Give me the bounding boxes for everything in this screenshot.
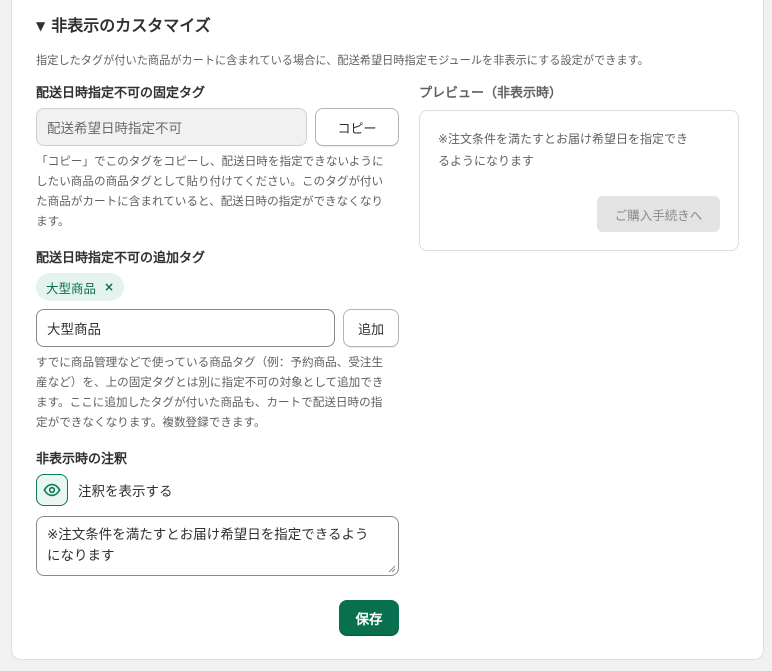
checkout-button-preview: ご購入手続きへ xyxy=(597,196,720,232)
note-text-line: になります xyxy=(47,548,115,564)
copy-button[interactable]: コピー xyxy=(315,108,399,146)
fixed-tag-input: 配送希望日時指定不可 xyxy=(36,108,307,146)
help-line: 産など）を、上の固定タグとは別に指定不可の対象として追加でき xyxy=(36,375,384,389)
additional-tags-help: すでに商品管理などで使っている商品タグ（例：予約商品、受注生 産など）を、上の固… xyxy=(36,352,400,432)
additional-tag-input-value: 大型商品 xyxy=(47,322,101,338)
fixed-tag-label: 配送日時指定不可の固定タグ xyxy=(36,86,206,101)
save-button[interactable]: 保存 xyxy=(339,600,399,636)
help-line: 定ができなくなります。複数登録できます。 xyxy=(36,415,266,429)
additional-tags-label: 配送日時指定不可の追加タグ xyxy=(36,251,206,266)
show-note-label[interactable]: 注釈を表示する xyxy=(78,480,173,500)
note-textarea[interactable]: ※注文条件を満たすとお届け希望日を指定できるよう になります xyxy=(36,516,399,576)
fixed-tag-value: 配送希望日時指定不可 xyxy=(47,121,182,137)
preview-note-text: ※注文条件を満たすとお届け希望日を指定でき るようになります xyxy=(438,128,728,172)
help-line: ます。ここに追加したタグが付いた商品も、カートで配送日時の指 xyxy=(36,395,383,409)
preview-label: プレビュー（非表示時） xyxy=(419,86,563,101)
note-text-line: ※注文条件を満たすとお届け希望日を指定できるよう xyxy=(47,527,369,543)
tag-chip: 大型商品 × xyxy=(36,273,125,301)
resize-handle-icon[interactable] xyxy=(388,565,396,573)
add-tag-button[interactable]: 追加 xyxy=(343,309,399,347)
show-note-toggle[interactable] xyxy=(36,474,68,506)
help-line: すでに商品管理などで使っている商品タグ（例：予約商品、受注生 xyxy=(36,355,384,369)
help-line: ます。 xyxy=(36,214,70,228)
eye-icon xyxy=(43,483,61,497)
preview-note-line: ※注文条件を満たすとお届け希望日を指定でき xyxy=(438,132,689,146)
help-line: た商品がカートに含まれていると、配送日時の指定ができなくなり xyxy=(36,194,384,208)
preview-note-line: るようになります xyxy=(438,154,535,168)
section-description: 指定したタグが付いた商品がカートに含まれている場合に、配送希望日時指定モジュール… xyxy=(36,54,649,67)
section-title: 非表示のカスタマイズ xyxy=(51,16,211,35)
remove-tag-icon[interactable]: × xyxy=(104,280,114,294)
section-header[interactable]: ▼ 非表示のカスタマイズ xyxy=(36,12,211,36)
fixed-tag-help: 「コピー」でこのタグをコピーし、配送日時を指定できないように したい商品の商品タ… xyxy=(36,151,400,231)
tag-chip-label: 大型商品 xyxy=(46,280,97,296)
help-line: したい商品の商品タグとして貼り付けてください。このタグが付い xyxy=(36,174,384,188)
note-label: 非表示時の注釈 xyxy=(36,452,128,467)
help-line: 「コピー」でこのタグをコピーし、配送日時を指定できないように xyxy=(36,154,384,168)
triangle-down-icon: ▼ xyxy=(36,19,46,33)
additional-tag-input[interactable]: 大型商品 xyxy=(36,309,335,347)
